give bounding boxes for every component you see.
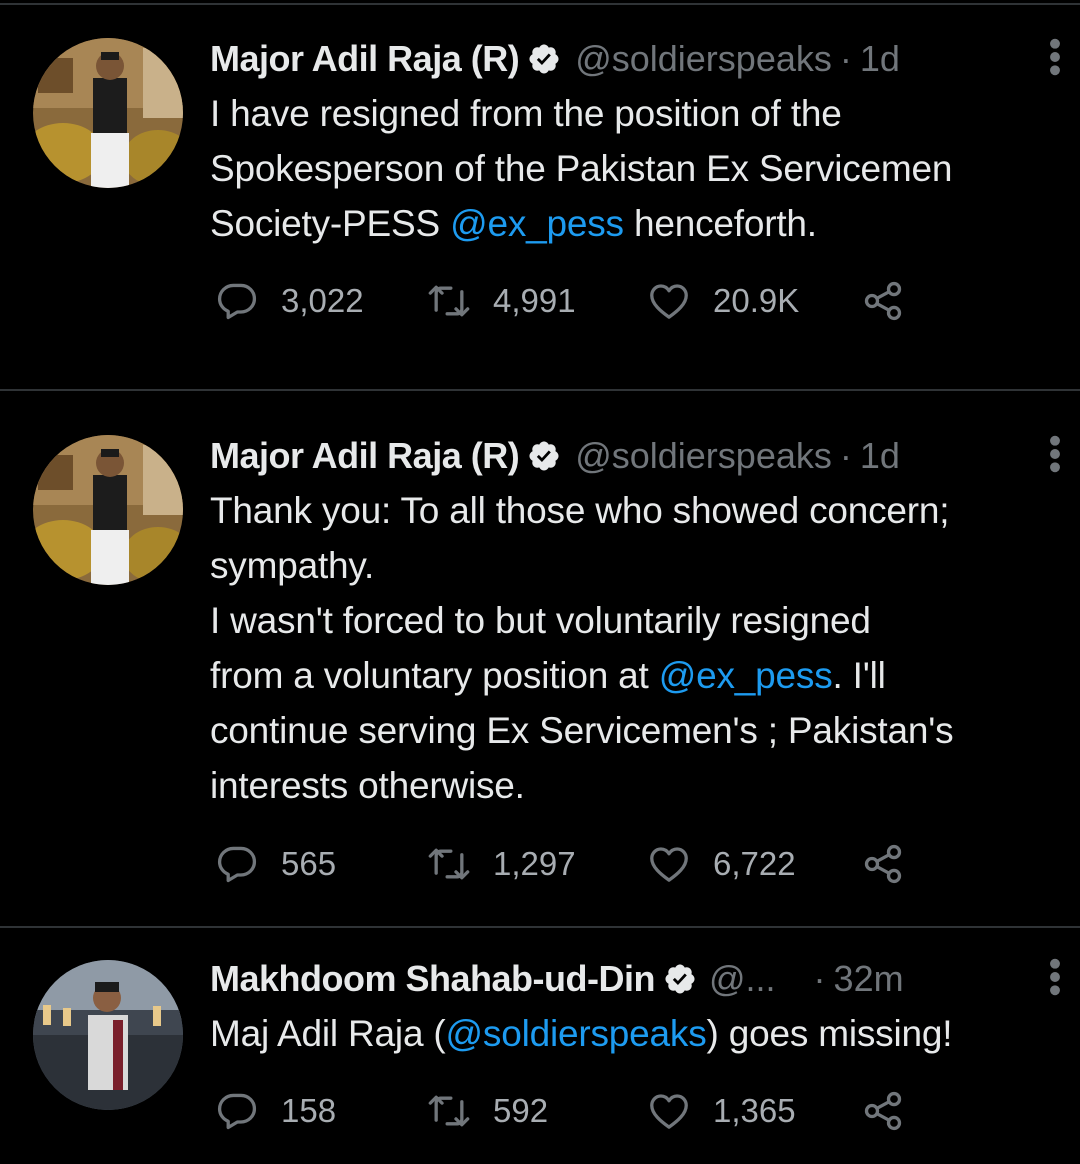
- action-bar: 158 592 1,365: [215, 1088, 935, 1134]
- timestamp[interactable]: 1d: [860, 435, 900, 477]
- retweet-count: 1,297: [493, 845, 576, 882]
- retweet-icon: [427, 842, 471, 886]
- like-icon: [647, 279, 691, 323]
- mention-link[interactable]: @soldierspeaks: [446, 1013, 707, 1054]
- text-line: Spokesperson of the Pakistan Ex Servicem…: [210, 148, 953, 189]
- verified-icon: [527, 42, 561, 76]
- tweet[interactable]: Makhdoom Shahab-ud-Din @... · 32m Maj Ad…: [0, 928, 1080, 1164]
- more-icon[interactable]: [1046, 435, 1064, 473]
- mention-link[interactable]: @ex_pess: [659, 655, 833, 696]
- separator-dot: ·: [839, 435, 852, 476]
- retweet-button[interactable]: 4,991: [427, 278, 576, 324]
- reply-icon: [215, 1089, 259, 1133]
- like-count: 20.9K: [713, 282, 800, 319]
- timestamp[interactable]: 32m: [834, 958, 904, 1000]
- separator-dot: ·: [839, 38, 852, 79]
- share-button[interactable]: [861, 841, 927, 887]
- tweet-header: Makhdoom Shahab-ud-Din @... · 32m: [210, 954, 1060, 1004]
- text-segment: . I'll: [832, 655, 886, 696]
- reply-count: 158: [281, 1092, 337, 1129]
- like-count: 6,722: [713, 845, 796, 882]
- text-segment: from a voluntary position at: [210, 655, 649, 696]
- like-icon: [647, 1089, 691, 1133]
- more-icon[interactable]: [1046, 38, 1064, 76]
- tweet-text: Maj Adil Raja (@soldierspeaks) goes miss…: [210, 1006, 1050, 1061]
- text-line: from a voluntary position at @ex_pess. I…: [210, 648, 1050, 703]
- text-line: Thank you: To all those who showed conce…: [210, 490, 950, 531]
- text-line: continue serving Ex Servicemen's ; Pakis…: [210, 710, 954, 751]
- text-segment: Society-PESS: [210, 203, 440, 244]
- reply-icon: [215, 279, 259, 323]
- retweet-icon: [427, 279, 471, 323]
- avatar[interactable]: [33, 960, 183, 1110]
- share-button[interactable]: [861, 278, 927, 324]
- reply-button[interactable]: 3,022: [215, 278, 364, 324]
- tweet[interactable]: Major Adil Raja (R) @soldierspeaks · 1d …: [0, 0, 1080, 390]
- verified-icon: [527, 439, 561, 473]
- action-bar: 565 1,297 6,722: [215, 841, 935, 887]
- tweet-header: Major Adil Raja (R) @soldierspeaks · 1d: [210, 431, 1060, 481]
- tweet-text: Thank you: To all those who showed conce…: [210, 483, 1050, 813]
- tweet-text: I have resigned from the position of the…: [210, 86, 1050, 251]
- like-count: 1,365: [713, 1092, 796, 1129]
- text-line: sympathy.: [210, 545, 375, 586]
- text-line: I wasn't forced to but voluntarily resig…: [210, 600, 871, 641]
- like-button[interactable]: 1,365: [647, 1088, 796, 1134]
- avatar[interactable]: [33, 435, 183, 585]
- handle[interactable]: @soldierspeaks: [575, 38, 832, 80]
- text-segment: henceforth.: [633, 203, 817, 244]
- text-line: interests otherwise.: [210, 765, 525, 806]
- handle[interactable]: @...: [709, 958, 776, 1000]
- tweet-header: Major Adil Raja (R) @soldierspeaks · 1d: [210, 34, 1060, 84]
- tweet[interactable]: Major Adil Raja (R) @soldierspeaks · 1d …: [0, 391, 1080, 926]
- like-button[interactable]: 6,722: [647, 841, 796, 887]
- reply-count: 3,022: [281, 282, 364, 319]
- retweet-count: 592: [493, 1092, 549, 1129]
- retweet-button[interactable]: 1,297: [427, 841, 576, 887]
- reply-icon: [215, 842, 259, 886]
- retweet-button[interactable]: 592: [427, 1088, 548, 1134]
- share-button[interactable]: [861, 1088, 927, 1134]
- timestamp[interactable]: 1d: [860, 38, 900, 80]
- text-line: Maj Adil Raja (@soldierspeaks) goes miss…: [210, 1006, 1050, 1061]
- display-name[interactable]: Makhdoom Shahab-ud-Din: [210, 958, 655, 1000]
- reply-button[interactable]: 158: [215, 1088, 336, 1134]
- share-icon: [861, 842, 905, 886]
- action-bar: 3,022 4,991 20.9K: [215, 278, 935, 324]
- separator-dot: ·: [813, 958, 826, 999]
- mention-link[interactable]: @ex_pess: [450, 203, 624, 244]
- handle[interactable]: @soldierspeaks: [575, 435, 832, 477]
- share-icon: [861, 1089, 905, 1133]
- retweet-count: 4,991: [493, 282, 576, 319]
- text-segment: ) goes missing!: [706, 1013, 953, 1054]
- verified-icon: [663, 962, 697, 996]
- display-name[interactable]: Major Adil Raja (R): [210, 435, 520, 477]
- avatar[interactable]: [33, 38, 183, 188]
- like-icon: [647, 842, 691, 886]
- reply-button[interactable]: 565: [215, 841, 336, 887]
- retweet-icon: [427, 1089, 471, 1133]
- share-icon: [861, 279, 905, 323]
- reply-count: 565: [281, 845, 337, 882]
- more-icon[interactable]: [1046, 958, 1064, 996]
- like-button[interactable]: 20.9K: [647, 278, 799, 324]
- display-name[interactable]: Major Adil Raja (R): [210, 38, 520, 80]
- text-line: Society-PESS @ex_pess henceforth.: [210, 196, 1050, 251]
- text-segment: Maj Adil Raja (: [210, 1013, 446, 1054]
- text-line: I have resigned from the position of the: [210, 93, 842, 134]
